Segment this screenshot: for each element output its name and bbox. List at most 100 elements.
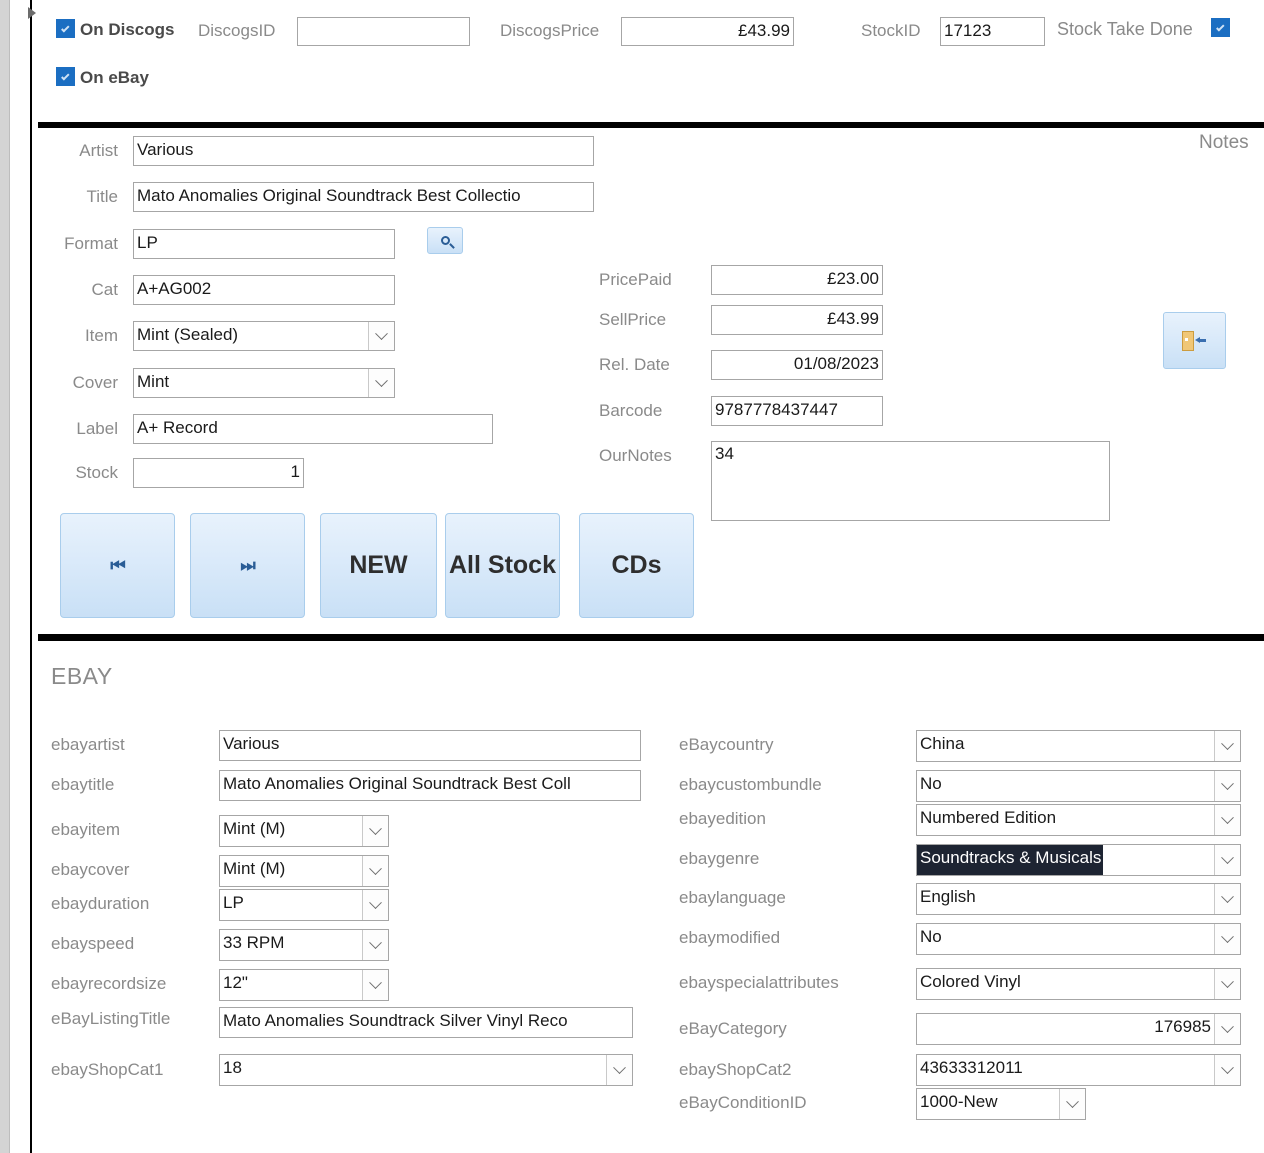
first-record-button[interactable]: ⏮ <box>60 513 175 618</box>
ebaycustombundle-dropdown-button[interactable] <box>1214 771 1240 801</box>
rel-date-label: Rel. Date <box>599 355 670 374</box>
ebaymodified-combo[interactable]: No <box>916 923 1241 955</box>
ebayconditionid-dropdown-button[interactable] <box>1059 1089 1085 1119</box>
exit-button[interactable] <box>1163 312 1226 369</box>
ebaycountry-value: China <box>920 734 965 753</box>
ebaycountry-dropdown-button[interactable] <box>1214 731 1240 761</box>
ebayitem-dropdown-button[interactable] <box>362 816 388 846</box>
ebaycustombundle-combo[interactable]: No <box>916 770 1241 802</box>
cat-label: Cat <box>91 280 118 299</box>
ebaycategory-value: 176985 <box>1154 1017 1211 1036</box>
ebaymodified-value: No <box>920 927 942 946</box>
item-combo[interactable]: Mint (Sealed) <box>133 321 395 351</box>
format-input[interactable]: LP <box>133 229 395 259</box>
cover-dropdown-button[interactable] <box>368 369 394 397</box>
ebayshopcat2-combo[interactable]: 43633312011 <box>916 1054 1241 1086</box>
stock-take-done-label: Stock Take Done <box>1057 19 1193 39</box>
on-discogs-checkbox[interactable] <box>56 19 75 38</box>
sell-price-input[interactable]: £43.99 <box>711 305 883 335</box>
ebaytitle-input[interactable]: Mato Anomalies Original Soundtrack Best … <box>219 770 641 801</box>
ebayshopcat1-combo[interactable]: 18 <box>219 1054 633 1086</box>
chevron-down-icon <box>1221 810 1234 824</box>
barcode-input[interactable]: 9787778437447 <box>711 396 883 426</box>
record-selector-column[interactable] <box>11 0 36 1153</box>
chevron-down-icon <box>613 1060 626 1074</box>
label-input[interactable]: A+ Record <box>133 414 493 444</box>
ebaygenre-combo[interactable]: Soundtracks & Musicals <box>916 844 1241 876</box>
ebaymodified-dropdown-button[interactable] <box>1214 924 1240 954</box>
chevron-down-icon <box>1221 929 1234 943</box>
ebaycover-combo[interactable]: Mint (M) <box>219 855 389 887</box>
chevron-down-icon <box>369 895 382 909</box>
ebayrecordsize-dropdown-button[interactable] <box>362 970 388 1000</box>
chevron-down-icon <box>1221 889 1234 903</box>
stock-id-input[interactable]: 17123 <box>940 17 1045 46</box>
ebayshopcat1-dropdown-button[interactable] <box>606 1055 632 1085</box>
discogs-id-input[interactable] <box>297 17 470 46</box>
all-stock-button[interactable]: All Stock <box>445 513 560 618</box>
artist-label: Artist <box>79 141 118 160</box>
ebaylanguage-combo[interactable]: English <box>916 883 1241 915</box>
stock-input[interactable]: 1 <box>133 458 304 488</box>
ebayconditionid-value: 1000-New <box>920 1092 998 1111</box>
chevron-down-icon <box>375 373 388 387</box>
ebaycategory-dropdown-button[interactable] <box>1214 1014 1240 1044</box>
stock-take-done-checkbox[interactable] <box>1211 18 1230 37</box>
ebayconditionid-combo[interactable]: 1000-New <box>916 1088 1086 1120</box>
last-record-button[interactable]: ⏭ <box>190 513 305 618</box>
ebayduration-combo[interactable]: LP <box>219 889 389 921</box>
new-button[interactable]: NEW <box>320 513 437 618</box>
ebaylistingtitle-input[interactable]: Mato Anomalies Soundtrack Silver Vinyl R… <box>219 1007 633 1038</box>
ebayedition-dropdown-button[interactable] <box>1214 805 1240 835</box>
ebayitem-combo[interactable]: Mint (M) <box>219 815 389 847</box>
label-label: Label <box>76 419 118 438</box>
on-ebay-checkbox[interactable] <box>56 67 75 86</box>
skip-to-last-icon: ⏭ <box>240 555 255 575</box>
ebayitem-value: Mint (M) <box>223 819 286 838</box>
ebayduration-dropdown-button[interactable] <box>362 890 388 920</box>
discogs-price-input[interactable]: £43.99 <box>621 17 794 46</box>
magnifier-icon <box>440 236 450 245</box>
rel-date-input[interactable]: 01/08/2023 <box>711 350 883 380</box>
price-paid-input[interactable]: £23.00 <box>711 265 883 295</box>
check-icon <box>1215 22 1225 32</box>
skip-to-first-icon: ⏮ <box>110 555 125 575</box>
artist-input[interactable]: Various <box>133 136 594 166</box>
ebayshopcat1-value: 18 <box>223 1058 242 1077</box>
chevron-down-icon <box>369 861 382 875</box>
ebayspecialattributes-value: Colored Vinyl <box>920 972 1021 991</box>
format-search-button[interactable] <box>427 227 463 254</box>
chevron-down-icon <box>1221 1060 1234 1074</box>
chevron-down-icon <box>375 326 388 340</box>
title-label: Title <box>86 187 119 206</box>
ebayspecialattributes-combo[interactable]: Colored Vinyl <box>916 968 1241 1000</box>
chevron-down-icon <box>369 821 382 835</box>
title-input[interactable]: Mato Anomalies Original Soundtrack Best … <box>133 182 594 212</box>
ebayspeed-dropdown-button[interactable] <box>362 930 388 960</box>
item-dropdown-button[interactable] <box>368 322 394 350</box>
ebay-section-top-rule <box>38 634 1264 641</box>
ebaylanguage-value: English <box>920 887 976 906</box>
ebayedition-value: Numbered Edition <box>920 808 1057 827</box>
ebaylanguage-dropdown-button[interactable] <box>1214 884 1240 914</box>
ebaygenre-dropdown-button[interactable] <box>1214 845 1240 875</box>
our-notes-label: OurNotes <box>599 446 672 465</box>
chevron-down-icon <box>1221 974 1234 988</box>
ebayspeed-value: 33 RPM <box>223 933 285 952</box>
ebayedition-combo[interactable]: Numbered Edition <box>916 804 1241 836</box>
ebaycover-dropdown-button[interactable] <box>362 856 388 886</box>
our-notes-textarea[interactable]: 34 <box>711 441 1110 521</box>
cat-input[interactable]: A+AG002 <box>133 275 395 305</box>
ebayconditionid-label: eBayConditionID <box>679 1093 807 1112</box>
ebaycategory-combo[interactable]: 176985 <box>916 1013 1241 1045</box>
cover-combo[interactable]: Mint <box>133 368 395 398</box>
ebayshopcat2-dropdown-button[interactable] <box>1214 1055 1240 1085</box>
ebayspeed-combo[interactable]: 33 RPM <box>219 929 389 961</box>
ebayrecordsize-combo[interactable]: 12" <box>219 969 389 1001</box>
cover-label: Cover <box>72 373 118 392</box>
cds-button[interactable]: CDs <box>579 513 694 618</box>
ebayartist-input[interactable]: Various <box>219 730 641 761</box>
ebayspecialattributes-dropdown-button[interactable] <box>1214 969 1240 999</box>
chevron-down-icon <box>1221 850 1234 864</box>
ebaycountry-combo[interactable]: China <box>916 730 1241 762</box>
